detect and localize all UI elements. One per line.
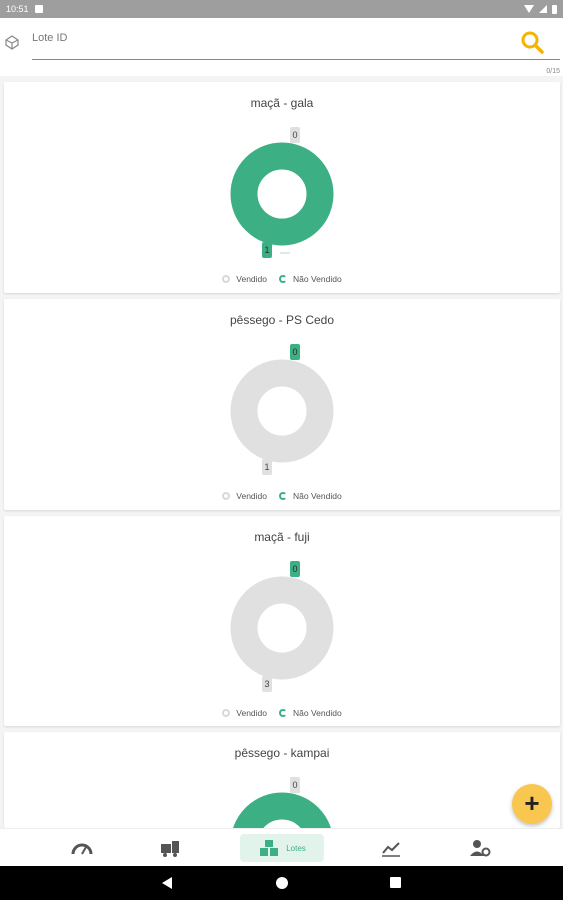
add-lot-button[interactable]: +: [512, 784, 552, 824]
unsold-ring: [230, 576, 334, 680]
home-icon[interactable]: [276, 877, 288, 889]
nav-lots-label: Lotes: [286, 843, 306, 853]
legend-sold[interactable]: Vendido: [222, 491, 267, 501]
lot-title: pêssego - PS Cedo: [229, 313, 335, 327]
signal-icon: [539, 5, 547, 13]
status-time: 10:51: [6, 4, 29, 14]
legend-unsold-swatch: [279, 492, 288, 500]
lot-title: maçã - fuji: [254, 530, 310, 544]
search-bar: 0/15: [0, 18, 563, 76]
lot-card[interactable]: maçã - gala 0 1 Vendido Não Vendido: [4, 82, 560, 293]
lot-card[interactable]: pêssego - PS Cedo 0 1 Vendido Não Vendid…: [4, 299, 560, 510]
char-counter: 0/15: [546, 68, 560, 75]
legend-unsold-swatch: [279, 275, 288, 283]
bottom-nav: Lotes: [0, 828, 563, 866]
dashboard-icon: [71, 843, 93, 855]
notification-icon: [34, 5, 43, 13]
legend-unsold[interactable]: Não Vendido: [279, 708, 342, 718]
legend-sold[interactable]: Vendido: [222, 274, 267, 284]
wifi-icon: [524, 5, 534, 13]
legend-sold-label: Vendido: [236, 491, 268, 501]
nav-reports[interactable]: [379, 834, 403, 862]
lot-title: pêssego - kampai: [234, 746, 330, 760]
unsold-ring: [230, 359, 334, 463]
chart-legend: Vendido Não Vendido: [4, 491, 560, 501]
lots-icon: [260, 840, 279, 856]
legend-unsold-swatch: [279, 709, 288, 717]
legend-unsold-label: Não Vendido: [293, 491, 342, 501]
legend-sold-swatch: [222, 275, 231, 283]
search-underline: [32, 59, 560, 60]
sales-donut-chart: [233, 792, 331, 828]
sold-value-label: 0: [290, 561, 300, 577]
truck-icon: [161, 841, 179, 857]
lot-title: maçã - gala: [250, 96, 314, 110]
back-icon[interactable]: [162, 877, 172, 889]
legend-sold-label: Vendido: [236, 274, 268, 284]
legend-unsold[interactable]: Não Vendido: [279, 491, 342, 501]
fruit-crate-icon: [5, 35, 19, 50]
legend-unsold-label: Não Vendido: [293, 274, 342, 284]
legend-sold[interactable]: Vendido: [222, 708, 267, 718]
user-settings-icon: [470, 840, 491, 857]
battery-icon: [552, 4, 557, 14]
legend-unsold-label: Não Vendido: [293, 708, 342, 718]
nav-account[interactable]: [467, 834, 493, 862]
chart-legend: Vendido Não Vendido: [4, 274, 560, 284]
unsold-ring: [233, 792, 331, 828]
unsold-value-label: 1: [262, 242, 272, 258]
sold-value-label: 0: [290, 127, 300, 143]
nav-shipments[interactable]: [157, 834, 183, 862]
unsold-value-label: 3: [262, 676, 272, 692]
sales-donut-chart: [230, 142, 334, 254]
lot-card[interactable]: pêssego - kampai 0: [4, 732, 560, 828]
unsold-ring: [230, 142, 334, 246]
legend-sold-swatch: [222, 709, 231, 717]
android-nav-bar: [0, 866, 563, 900]
status-bar: 10:51: [0, 0, 563, 18]
sold-value-label: 0: [290, 777, 300, 793]
legend-unsold[interactable]: Não Vendido: [279, 274, 342, 284]
nav-dashboard[interactable]: [70, 834, 94, 862]
unsold-value-label: 1: [262, 459, 272, 475]
sold-value-label: 0: [290, 344, 300, 360]
recents-icon[interactable]: [390, 877, 401, 888]
sales-donut-chart: [230, 576, 334, 680]
legend-sold-label: Vendido: [236, 708, 268, 718]
chart-legend: Vendido Não Vendido: [4, 708, 560, 718]
sales-donut-chart: [230, 359, 334, 463]
chart-trend-icon: [382, 842, 400, 857]
search-icon[interactable]: [518, 28, 546, 56]
legend-sold-swatch: [222, 492, 231, 500]
lot-id-search-input[interactable]: [32, 32, 502, 44]
lot-card[interactable]: maçã - fuji 0 3 Vendido Não Vendido: [4, 516, 560, 726]
nav-lots[interactable]: Lotes: [240, 834, 324, 862]
